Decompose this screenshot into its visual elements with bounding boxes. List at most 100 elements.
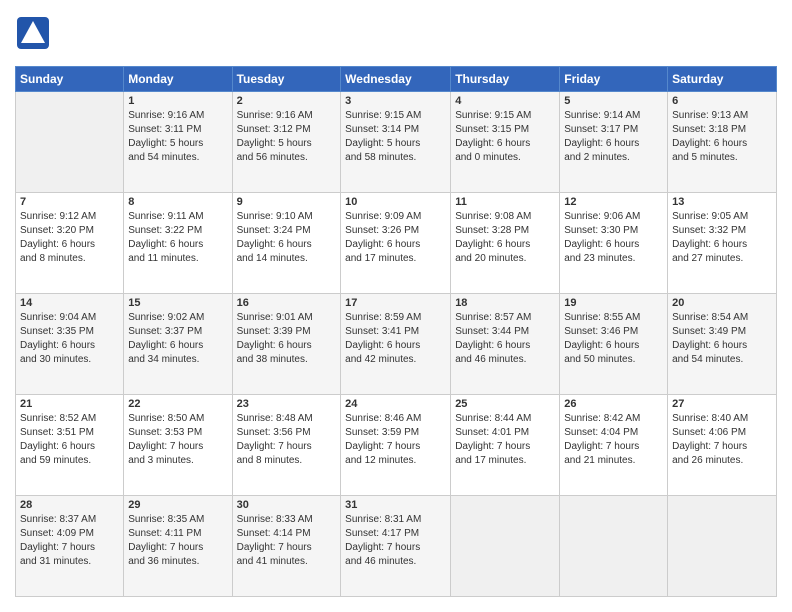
day-info: Sunrise: 8:57 AM Sunset: 3:44 PM Dayligh…: [455, 311, 555, 367]
calendar-cell: 19 Sunrise: 8:55 AM Sunset: 3:46 PM Dayli…: [560, 294, 668, 395]
calendar-cell: [16, 92, 124, 193]
calendar-cell: 16 Sunrise: 9:01 AM Sunset: 3:39 PM Dayli…: [232, 294, 341, 395]
calendar-cell: [451, 496, 560, 597]
day-number: 15: [128, 297, 227, 309]
day-info: Sunrise: 9:01 AM Sunset: 3:39 PM Dayligh…: [237, 311, 337, 367]
calendar-cell: 28 Sunrise: 8:37 AM Sunset: 4:09 PM Dayli…: [16, 496, 124, 597]
day-number: 30: [237, 499, 337, 511]
calendar-cell: 30 Sunrise: 8:33 AM Sunset: 4:14 PM Dayli…: [232, 496, 341, 597]
column-header-tuesday: Tuesday: [232, 67, 341, 92]
page: SundayMondayTuesdayWednesdayThursdayFrid…: [0, 0, 792, 612]
calendar-cell: 3 Sunrise: 9:15 AM Sunset: 3:14 PM Daylig…: [341, 92, 451, 193]
day-info: Sunrise: 9:09 AM Sunset: 3:26 PM Dayligh…: [345, 210, 446, 266]
week-row-3: 21 Sunrise: 8:52 AM Sunset: 3:51 PM Dayli…: [16, 395, 777, 496]
day-number: 16: [237, 297, 337, 309]
day-number: 9: [237, 196, 337, 208]
calendar-cell: 9 Sunrise: 9:10 AM Sunset: 3:24 PM Daylig…: [232, 193, 341, 294]
day-number: 11: [455, 196, 555, 208]
day-info: Sunrise: 8:48 AM Sunset: 3:56 PM Dayligh…: [237, 412, 337, 468]
calendar-cell: 5Sunrise: 9:14 AM Sunset: 3:17 PM Daylig…: [560, 92, 668, 193]
day-info: Sunrise: 9:04 AM Sunset: 3:35 PM Dayligh…: [20, 311, 119, 367]
day-number: 23: [237, 398, 337, 410]
day-number: 6: [672, 95, 772, 107]
day-number: 2: [237, 95, 337, 107]
calendar-cell: 22Sunrise: 8:50 AM Sunset: 3:53 PM Dayli…: [124, 395, 232, 496]
calendar-cell: 6 Sunrise: 9:13 AM Sunset: 3:18 PM Daylig…: [668, 92, 777, 193]
day-number: 1: [128, 95, 227, 107]
day-number: 17: [345, 297, 446, 309]
day-info: Sunrise: 9:12 AM Sunset: 3:20 PM Dayligh…: [20, 210, 119, 266]
day-number: 29: [128, 499, 227, 511]
day-number: 26: [564, 398, 663, 410]
column-header-sunday: Sunday: [16, 67, 124, 92]
day-info: Sunrise: 9:13 AM Sunset: 3:18 PM Dayligh…: [672, 109, 772, 165]
day-number: 13: [672, 196, 772, 208]
calendar-cell: 17 Sunrise: 8:59 AM Sunset: 3:41 PM Dayli…: [341, 294, 451, 395]
header: [15, 15, 777, 56]
day-info: Sunrise: 9:02 AM Sunset: 3:37 PM Dayligh…: [128, 311, 227, 367]
day-info: Sunrise: 9:15 AM Sunset: 3:14 PM Dayligh…: [345, 109, 446, 165]
calendar-cell: 29 Sunrise: 8:35 AM Sunset: 4:11 PM Dayli…: [124, 496, 232, 597]
day-number: 18: [455, 297, 555, 309]
day-info: Sunrise: 8:46 AM Sunset: 3:59 PM Dayligh…: [345, 412, 446, 468]
day-info: Sunrise: 8:37 AM Sunset: 4:09 PM Dayligh…: [20, 513, 119, 569]
calendar-cell: [668, 496, 777, 597]
calendar-cell: 23 Sunrise: 8:48 AM Sunset: 3:56 PM Dayli…: [232, 395, 341, 496]
day-number: 27: [672, 398, 772, 410]
calendar-cell: 18 Sunrise: 8:57 AM Sunset: 3:44 PM Dayli…: [451, 294, 560, 395]
calendar-cell: 20 Sunrise: 8:54 AM Sunset: 3:49 PM Dayli…: [668, 294, 777, 395]
calendar-cell: 31Sunrise: 8:31 AM Sunset: 4:17 PM Dayli…: [341, 496, 451, 597]
day-number: 20: [672, 297, 772, 309]
day-number: 8: [128, 196, 227, 208]
day-info: Sunrise: 9:16 AM Sunset: 3:11 PM Dayligh…: [128, 109, 227, 165]
day-number: 31: [345, 499, 446, 511]
day-info: Sunrise: 8:55 AM Sunset: 3:46 PM Dayligh…: [564, 311, 663, 367]
day-number: 22: [128, 398, 227, 410]
column-header-friday: Friday: [560, 67, 668, 92]
calendar-cell: 26 Sunrise: 8:42 AM Sunset: 4:04 PM Dayli…: [560, 395, 668, 496]
day-info: Sunrise: 8:33 AM Sunset: 4:14 PM Dayligh…: [237, 513, 337, 569]
week-row-0: 1 Sunrise: 9:16 AM Sunset: 3:11 PM Daylig…: [16, 92, 777, 193]
day-number: 3: [345, 95, 446, 107]
calendar-cell: 10 Sunrise: 9:09 AM Sunset: 3:26 PM Dayli…: [341, 193, 451, 294]
day-info: Sunrise: 9:10 AM Sunset: 3:24 PM Dayligh…: [237, 210, 337, 266]
logo: [15, 15, 55, 56]
calendar-cell: 11 Sunrise: 9:08 AM Sunset: 3:28 PM Dayli…: [451, 193, 560, 294]
week-row-4: 28 Sunrise: 8:37 AM Sunset: 4:09 PM Dayli…: [16, 496, 777, 597]
calendar-cell: 15 Sunrise: 9:02 AM Sunset: 3:37 PM Dayli…: [124, 294, 232, 395]
day-number: 10: [345, 196, 446, 208]
calendar-table: SundayMondayTuesdayWednesdayThursdayFrid…: [15, 66, 777, 597]
column-header-monday: Monday: [124, 67, 232, 92]
day-info: Sunrise: 8:42 AM Sunset: 4:04 PM Dayligh…: [564, 412, 663, 468]
column-header-saturday: Saturday: [668, 67, 777, 92]
day-number: 14: [20, 297, 119, 309]
logo-icon: [15, 15, 51, 51]
column-header-wednesday: Wednesday: [341, 67, 451, 92]
calendar-cell: 21 Sunrise: 8:52 AM Sunset: 3:51 PM Dayli…: [16, 395, 124, 496]
calendar-header-row: SundayMondayTuesdayWednesdayThursdayFrid…: [16, 67, 777, 92]
day-info: Sunrise: 9:08 AM Sunset: 3:28 PM Dayligh…: [455, 210, 555, 266]
calendar-cell: [560, 496, 668, 597]
week-row-1: 7Sunrise: 9:12 AM Sunset: 3:20 PM Daylig…: [16, 193, 777, 294]
day-number: 28: [20, 499, 119, 511]
day-number: 24: [345, 398, 446, 410]
calendar-cell: 27 Sunrise: 8:40 AM Sunset: 4:06 PM Dayli…: [668, 395, 777, 496]
day-info: Sunrise: 8:40 AM Sunset: 4:06 PM Dayligh…: [672, 412, 772, 468]
calendar-cell: 24 Sunrise: 8:46 AM Sunset: 3:59 PM Dayli…: [341, 395, 451, 496]
day-info: Sunrise: 8:44 AM Sunset: 4:01 PM Dayligh…: [455, 412, 555, 468]
day-info: Sunrise: 8:52 AM Sunset: 3:51 PM Dayligh…: [20, 412, 119, 468]
day-number: 19: [564, 297, 663, 309]
calendar-cell: 7Sunrise: 9:12 AM Sunset: 3:20 PM Daylig…: [16, 193, 124, 294]
calendar-cell: 2 Sunrise: 9:16 AM Sunset: 3:12 PM Daylig…: [232, 92, 341, 193]
day-info: Sunrise: 9:11 AM Sunset: 3:22 PM Dayligh…: [128, 210, 227, 266]
day-info: Sunrise: 8:35 AM Sunset: 4:11 PM Dayligh…: [128, 513, 227, 569]
day-info: Sunrise: 8:59 AM Sunset: 3:41 PM Dayligh…: [345, 311, 446, 367]
day-info: Sunrise: 9:16 AM Sunset: 3:12 PM Dayligh…: [237, 109, 337, 165]
calendar-cell: 25Sunrise: 8:44 AM Sunset: 4:01 PM Dayli…: [451, 395, 560, 496]
calendar-body: 1 Sunrise: 9:16 AM Sunset: 3:11 PM Daylig…: [16, 92, 777, 597]
day-number: 21: [20, 398, 119, 410]
day-info: Sunrise: 8:54 AM Sunset: 3:49 PM Dayligh…: [672, 311, 772, 367]
day-info: Sunrise: 9:06 AM Sunset: 3:30 PM Dayligh…: [564, 210, 663, 266]
day-info: Sunrise: 9:15 AM Sunset: 3:15 PM Dayligh…: [455, 109, 555, 165]
day-number: 12: [564, 196, 663, 208]
